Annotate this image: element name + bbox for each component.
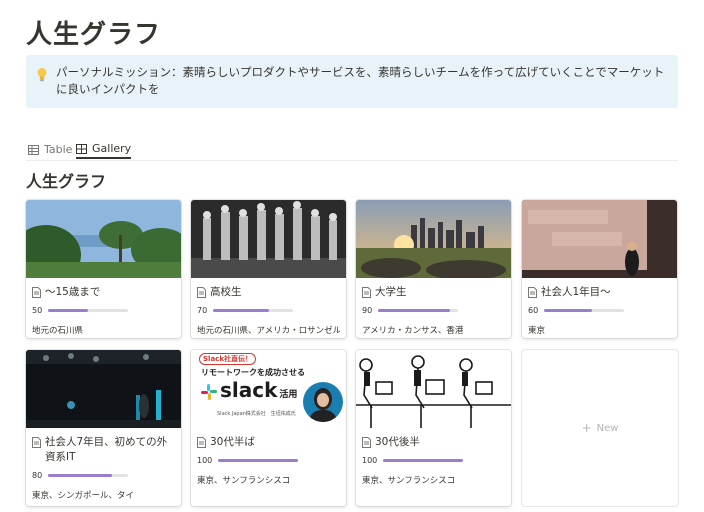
card-title: 社会人7年目、初めての外資系IT [32,435,175,465]
gallery-card[interactable]: Slack社直伝！ リモートワークを成功させる slack 活用 Slack J… [191,350,346,506]
progress-bar [383,459,464,462]
progress: 70 [197,306,340,315]
slack-banner-headline: リモートワークを成功させる [201,368,305,377]
card-title: 30代後半 [362,435,505,450]
progress-bar [48,474,113,477]
progress-bar [544,309,593,312]
mission-text: パーソナルミッション：素晴らしいプロダクトやサービスを、素晴らしいチームを作って… [56,65,665,96]
progress-bar [218,459,299,462]
conference-stage-photo [26,350,181,428]
tab-gallery[interactable]: Gallery [76,140,132,159]
page-icon [32,437,41,448]
card-place: アメリカ・カンサス、香港 [362,326,464,336]
progress-bar [213,309,270,312]
slack-banner: Slack社直伝！ リモートワークを成功させる slack 活用 Slack J… [191,350,346,428]
card-title: 高校生 [197,285,340,300]
card-place: 地元の石川県 [32,326,84,336]
page-icon [197,287,206,298]
tab-table[interactable]: Table [28,140,72,159]
progress-bar [378,309,451,312]
slack-wordmark: slack [220,378,278,402]
plus-icon: + [581,421,592,435]
new-card-button[interactable]: + New [522,350,678,506]
gallery-card[interactable]: 〜15歳まで 50 地元の石川県 [26,200,181,338]
gallery-icon [76,143,87,154]
card-title: 社会人1年目〜 [528,285,671,300]
progress-value: 50 [32,306,43,315]
gallery-card[interactable]: 高校生 70 地元の石川県、アメリカ・ロサンゼルス [191,200,346,338]
gallery-title: 人生グラフ [26,172,107,191]
card-title: 大学生 [362,285,505,300]
page-icon [362,437,371,448]
slack-logo-icon [201,384,217,400]
gallery-card[interactable]: 30代後半 100 東京、サンフランシスコ [356,350,511,506]
table-icon [28,144,39,155]
progress-value: 80 [32,471,43,480]
progress-value: 100 [197,456,213,465]
new-card-label: New [596,422,619,434]
tab-table-label: Table [44,143,73,156]
progress-value: 70 [197,306,208,315]
lightbulb-icon [37,68,47,82]
slack-banner-footer: Slack Japan株式会社 生垣佑成氏 [217,411,296,417]
page-icon [362,287,371,298]
card-place: 東京 [528,326,546,336]
tab-gallery-label: Gallery [92,142,132,155]
card-title: 30代半ば [197,435,340,450]
view-tabs: Table Gallery [26,140,678,160]
tabs-divider [26,160,678,161]
dance-performance-photo [191,200,346,278]
slack-banner-badge: Slack社直伝！ [199,353,256,365]
progress-bar [48,309,89,312]
progress: 60 [528,306,671,315]
progress-value: 60 [528,306,539,315]
callout: パーソナルミッション：素晴らしいプロダクトやサービスを、素晴らしいチームを作って… [26,55,678,108]
progress-value: 100 [362,456,378,465]
progress-value: 90 [362,306,373,315]
coastal-trees-photo [26,200,181,278]
progress: 90 [362,306,505,315]
presentation-stage-photo [522,200,677,278]
city-sunset-photo [356,200,511,278]
card-place: 東京、サンフランシスコ [197,476,291,486]
page-icon [197,437,206,448]
speaker-photo [303,382,343,422]
card-place: 東京、サンフランシスコ [362,476,456,486]
page-icon [528,287,537,298]
progress: 80 [32,471,175,480]
card-title: 〜15歳まで [32,285,175,300]
page-icon [32,287,41,298]
progress: 100 [362,456,505,465]
office-workers-illustration [356,350,511,428]
gallery-card[interactable]: 社会人1年目〜 60 東京 [522,200,677,338]
card-place: 地元の石川県、アメリカ・ロサンゼルス [197,326,340,336]
page-title: 人生グラフ [26,20,162,50]
gallery-card[interactable]: 社会人7年目、初めての外資系IT 80 東京、シンガポール、タイ [26,350,181,506]
gallery-card[interactable]: 大学生 90 アメリカ・カンサス、香港 [356,200,511,338]
card-place: 東京、シンガポール、タイ [32,491,135,501]
progress: 50 [32,306,175,315]
slack-banner-suffix: 活用 [279,390,298,400]
progress: 100 [197,456,340,465]
